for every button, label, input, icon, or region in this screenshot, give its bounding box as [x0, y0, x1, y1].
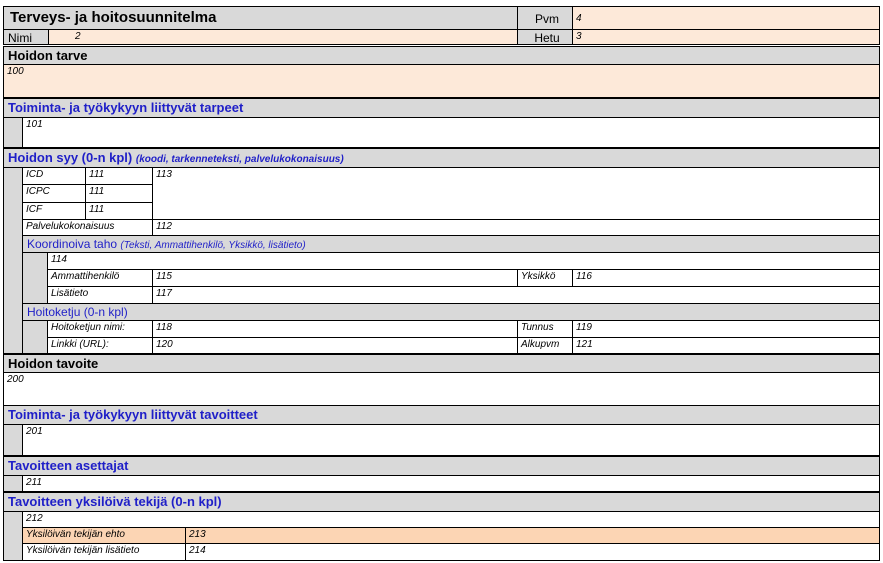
ehto-label: Yksilöivän tekijän ehto [22, 527, 186, 544]
code-label-icf: ICF [22, 202, 86, 220]
form-sheet: Terveys- ja hoitosuunnitelma Pvm 4 Nimi … [0, 0, 883, 563]
toiminta-tarpeet-heading: Toiminta- ja työkykyyn liittyvät tarpeet [3, 98, 880, 118]
tunnus-field[interactable]: 119 [572, 320, 880, 338]
code-value-icd[interactable]: 111 [85, 167, 153, 185]
koordinoiva-heading: Koordinoiva taho (Teksti, Ammattihenkilö… [22, 235, 880, 253]
yksikko-label: Yksikkö [517, 269, 573, 287]
code-label-icd: ICD [22, 167, 86, 185]
nimi-label: Nimi [3, 29, 49, 45]
yksikko-field[interactable]: 116 [572, 269, 880, 287]
indent-bar [3, 117, 23, 148]
ammatti-label: Ammattihenkilö [47, 269, 153, 287]
code-value-icf[interactable]: 111 [85, 202, 153, 220]
hoidon-syy-title: Hoidon syy (0-n kpl) [8, 150, 133, 165]
hoitoketju-nimi-label: Hoitoketjun nimi: [47, 320, 153, 338]
koordinoiva-subtitle: (Teksti, Ammattihenkilö, Yksikkö, lisäti… [120, 240, 306, 251]
hoidon-tavoite-heading: Hoidon tavoite [3, 354, 880, 373]
hetu-field[interactable]: 3 [572, 29, 880, 45]
hoitoketju-nimi-field[interactable]: 118 [152, 320, 518, 338]
koord-lisatieto-label: Lisätieto [47, 286, 153, 304]
hoidon-syy-subtitle: (koodi, tarkenneteksti, palvelukokonaisu… [135, 154, 344, 165]
hoidon-tarve-field[interactable]: 100 [3, 64, 880, 98]
linkki-label: Linkki (URL): [47, 337, 153, 354]
linkki-field[interactable]: 120 [152, 337, 518, 354]
code-value-icpc[interactable]: 111 [85, 184, 153, 203]
indent-bar [3, 475, 23, 492]
page-title: Terveys- ja hoitosuunnitelma [3, 6, 518, 30]
toiminta-tavoitteet-field[interactable]: 201 [22, 424, 880, 456]
alkupvm-field[interactable]: 121 [572, 337, 880, 354]
indent-bar [22, 252, 48, 304]
yksiloiva-lisatieto-field[interactable]: 214 [185, 543, 880, 561]
ammatti-field[interactable]: 115 [152, 269, 518, 287]
asettajat-heading: Tavoitteen asettajat [3, 456, 880, 476]
tarkenne-field[interactable]: 113 [152, 167, 880, 220]
yksiloiva-heading: Tavoitteen yksilöivä tekijä (0-n kpl) [3, 492, 880, 512]
koord-lisatieto-field[interactable]: 117 [152, 286, 880, 304]
tunnus-label: Tunnus [517, 320, 573, 338]
code-label-icpc: ICPC [22, 184, 86, 203]
pvm-label: Pvm [517, 6, 573, 30]
hoidon-syy-heading: Hoidon syy (0-n kpl) (koodi, tarkennetek… [3, 148, 880, 168]
asettajat-field[interactable]: 211 [22, 475, 880, 492]
indent-bar [22, 320, 48, 354]
indent-bar [3, 167, 23, 354]
toiminta-tavoitteet-heading: Toiminta- ja työkykyyn liittyvät tavoitt… [3, 405, 880, 425]
indent-bar [3, 424, 23, 456]
yksiloiva-lisatieto-label: Yksilöivän tekijän lisätieto [22, 543, 186, 561]
hoidon-tavoite-field[interactable]: 200 [3, 372, 880, 406]
alkupvm-label: Alkupvm [517, 337, 573, 354]
hoitoketju-heading: Hoitoketju (0-n kpl) [22, 303, 880, 321]
yksiloiva-field[interactable]: 212 [22, 511, 880, 528]
palvelu-field[interactable]: 112 [152, 219, 880, 236]
nimi-field[interactable]: 2 [48, 29, 518, 45]
toiminta-tarpeet-field[interactable]: 101 [22, 117, 880, 148]
pvm-field[interactable]: 4 [572, 6, 880, 30]
hoidon-tarve-heading: Hoidon tarve [3, 46, 880, 65]
koordinoiva-text-field[interactable]: 114 [47, 252, 880, 270]
palvelu-label: Palvelukokonaisuus [22, 219, 153, 236]
indent-bar [3, 511, 23, 561]
koordinoiva-title: Koordinoiva taho [27, 237, 118, 251]
hetu-label: Hetu [517, 29, 573, 45]
ehto-field[interactable]: 213 [185, 527, 880, 544]
